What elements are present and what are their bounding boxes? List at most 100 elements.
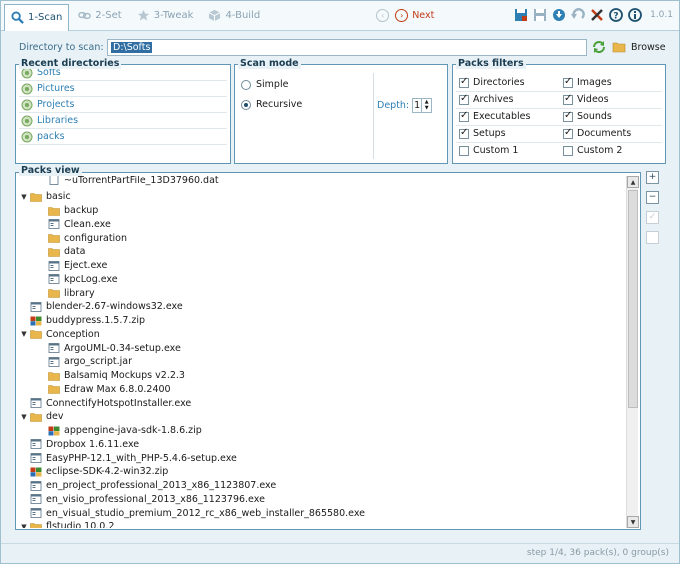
back-button[interactable]: ‹ <box>376 9 390 22</box>
tree-file-row[interactable]: buddypress.1.5.7.zip <box>20 314 145 328</box>
recent-item[interactable]: packs <box>19 129 227 145</box>
tree-file-row[interactable]: kpcLog.exe <box>38 272 118 286</box>
download-icon[interactable] <box>552 8 566 22</box>
tree-folder-row[interactable]: backup <box>38 204 98 218</box>
tree-file-row[interactable]: eclipse-SDK-4.2-win32.zip <box>20 465 168 479</box>
tree-folder-row[interactable]: ▼ Conception <box>20 327 99 341</box>
magnifier-icon <box>11 11 24 24</box>
checkbox <box>563 145 573 156</box>
filter-images[interactable]: Images <box>563 76 612 88</box>
filter-sounds[interactable]: Sounds <box>563 110 612 122</box>
zip-icon <box>48 426 60 436</box>
zip-icon <box>30 467 42 477</box>
tree-folder-row[interactable]: Edraw Max 6.8.0.2400 <box>38 382 171 396</box>
filter-directories[interactable]: Directories <box>459 76 525 88</box>
arrow-down-icon[interactable]: ▼ <box>425 105 429 111</box>
tab-build[interactable]: 4-Build <box>202 4 266 28</box>
folder-icon <box>30 192 42 202</box>
exe-icon <box>30 453 42 463</box>
tree-folder-row[interactable]: Balsamiq Mockups v2.2.3 <box>38 369 185 383</box>
status-text: step 1/4, 36 pack(s), 0 group(s) <box>526 548 669 558</box>
tree-folder-row[interactable]: ▼ flstudio 10.0.2 <box>20 520 114 528</box>
exe-icon <box>30 508 42 518</box>
tab-set[interactable]: 2-Set <box>72 4 127 28</box>
tree-file-row[interactable]: Clean.exe <box>38 217 111 231</box>
radio-label: Simple <box>256 79 289 90</box>
uncheck-all-icon[interactable] <box>646 231 659 244</box>
recent-item[interactable]: Pictures <box>19 81 227 97</box>
directory-value: D:\Softs <box>111 41 153 53</box>
exe-icon <box>30 439 42 450</box>
save-icon[interactable] <box>533 8 547 22</box>
info-icon[interactable] <box>628 8 642 22</box>
tree-file-row[interactable]: en_visio_professional_2013_x86_1123796.e… <box>20 492 265 506</box>
recent-dir-icon <box>21 131 33 142</box>
tree-file-row[interactable]: Eject.exe <box>38 259 107 273</box>
expand-toggle-icon[interactable]: ▼ <box>20 523 28 528</box>
vertical-scrollbar[interactable]: ▲ ▼ <box>626 176 639 528</box>
filter-custom-1[interactable]: Custom 1 <box>459 145 518 156</box>
expand-toggle-icon[interactable]: ▼ <box>20 330 28 338</box>
filter-setups[interactable]: Setups <box>459 127 506 139</box>
expand-toggle-icon[interactable]: ▼ <box>20 193 28 201</box>
recent-item[interactable]: Libraries <box>19 113 227 129</box>
scroll-up-icon[interactable]: ▲ <box>627 176 639 188</box>
filter-custom-2[interactable]: Custom 2 <box>563 145 622 156</box>
radio-button <box>241 99 251 110</box>
recent-item-label: Projects <box>37 99 75 110</box>
tree-file-row[interactable]: en_visual_studio_premium_2012_rc_x86_web… <box>20 506 365 520</box>
save-as-icon[interactable] <box>514 8 528 22</box>
tab-tweak[interactable]: 3-Tweak <box>131 4 200 28</box>
depth-control: Depth: 1 ▲ ▼ <box>377 98 433 113</box>
filter-documents[interactable]: Documents <box>563 127 631 139</box>
tree-file-row[interactable]: ~uTorrentPartFile_13D37960.dat <box>38 176 219 187</box>
recent-item[interactable]: Projects <box>19 97 227 113</box>
scroll-thumb[interactable] <box>628 190 638 408</box>
expand-all-icon[interactable]: + <box>646 171 659 184</box>
checkbox <box>563 110 573 122</box>
tree-file-row[interactable]: ConnectifyHotspotInstaller.exe <box>20 396 191 410</box>
filter-label: Images <box>577 77 612 88</box>
checkbox <box>459 127 469 139</box>
tree-folder-row[interactable]: ▼ basic <box>20 190 70 204</box>
refresh-icon[interactable] <box>592 40 606 54</box>
packs-tree[interactable]: ~uTorrentPartFile_13D37960.dat ▼ basic back… <box>20 176 622 528</box>
tab-scan[interactable]: 1-Scan <box>4 3 70 31</box>
tree-file-row[interactable]: argo_script.jar <box>38 355 132 369</box>
tree-item-label: ArgoUML-0.34-setup.exe <box>64 342 181 354</box>
scroll-down-icon[interactable]: ▼ <box>627 516 639 528</box>
tree-folder-row[interactable]: library <box>38 286 95 300</box>
tree-folder-row[interactable]: ▼ dev <box>20 410 63 424</box>
tree-item-label: buddypress.1.5.7.zip <box>46 315 146 326</box>
tree-file-row[interactable]: blender-2.67-windows32.exe <box>20 300 183 314</box>
check-all-icon[interactable]: ✓ <box>646 211 659 224</box>
expand-toggle-icon[interactable]: ▼ <box>20 413 28 421</box>
directory-input[interactable]: D:\Softs <box>107 38 587 56</box>
tree-file-row[interactable]: en_project_professional_2013_x86_1123807… <box>20 479 276 493</box>
help-icon[interactable]: ? <box>609 8 623 22</box>
tree-folder-row[interactable]: data <box>38 245 85 259</box>
radio-simple[interactable]: Simple <box>241 79 288 90</box>
main-toolbar: 1-Scan 2-Set 3-Tweak 4-Build ‹ › Next ? … <box>1 1 679 31</box>
filter-archives[interactable]: Archives <box>459 93 514 105</box>
undo-icon[interactable] <box>571 8 585 22</box>
tree-file-row[interactable]: Dropbox 1.6.11.exe <box>20 437 139 451</box>
filter-executables[interactable]: Executables <box>459 110 530 122</box>
tools-icon[interactable] <box>590 8 604 22</box>
checkbox <box>563 127 573 139</box>
radio-recursive[interactable]: Recursive <box>241 99 302 110</box>
checkbox <box>563 76 573 88</box>
filter-videos[interactable]: Videos <box>563 93 609 105</box>
tree-folder-row[interactable]: configuration <box>38 231 127 245</box>
tree-file-row[interactable]: appengine-java-sdk-1.8.6.zip <box>38 424 202 438</box>
tree-file-row[interactable]: EasyPHP-12.1_with_PHP-5.4.6-setup.exe <box>20 451 237 465</box>
stepper-arrows[interactable]: ▲ ▼ <box>421 99 431 112</box>
exe-icon <box>48 260 60 271</box>
browse-button[interactable]: Browse <box>612 41 666 53</box>
next-button[interactable]: › Next <box>395 9 434 22</box>
tree-file-row[interactable]: ArgoUML-0.34-setup.exe <box>38 341 181 355</box>
tree-item-label: en_visual_studio_premium_2012_rc_x86_web… <box>46 507 366 519</box>
exe-icon <box>48 343 60 353</box>
depth-stepper[interactable]: 1 ▲ ▼ <box>412 98 433 113</box>
collapse-all-icon[interactable]: − <box>646 191 659 204</box>
